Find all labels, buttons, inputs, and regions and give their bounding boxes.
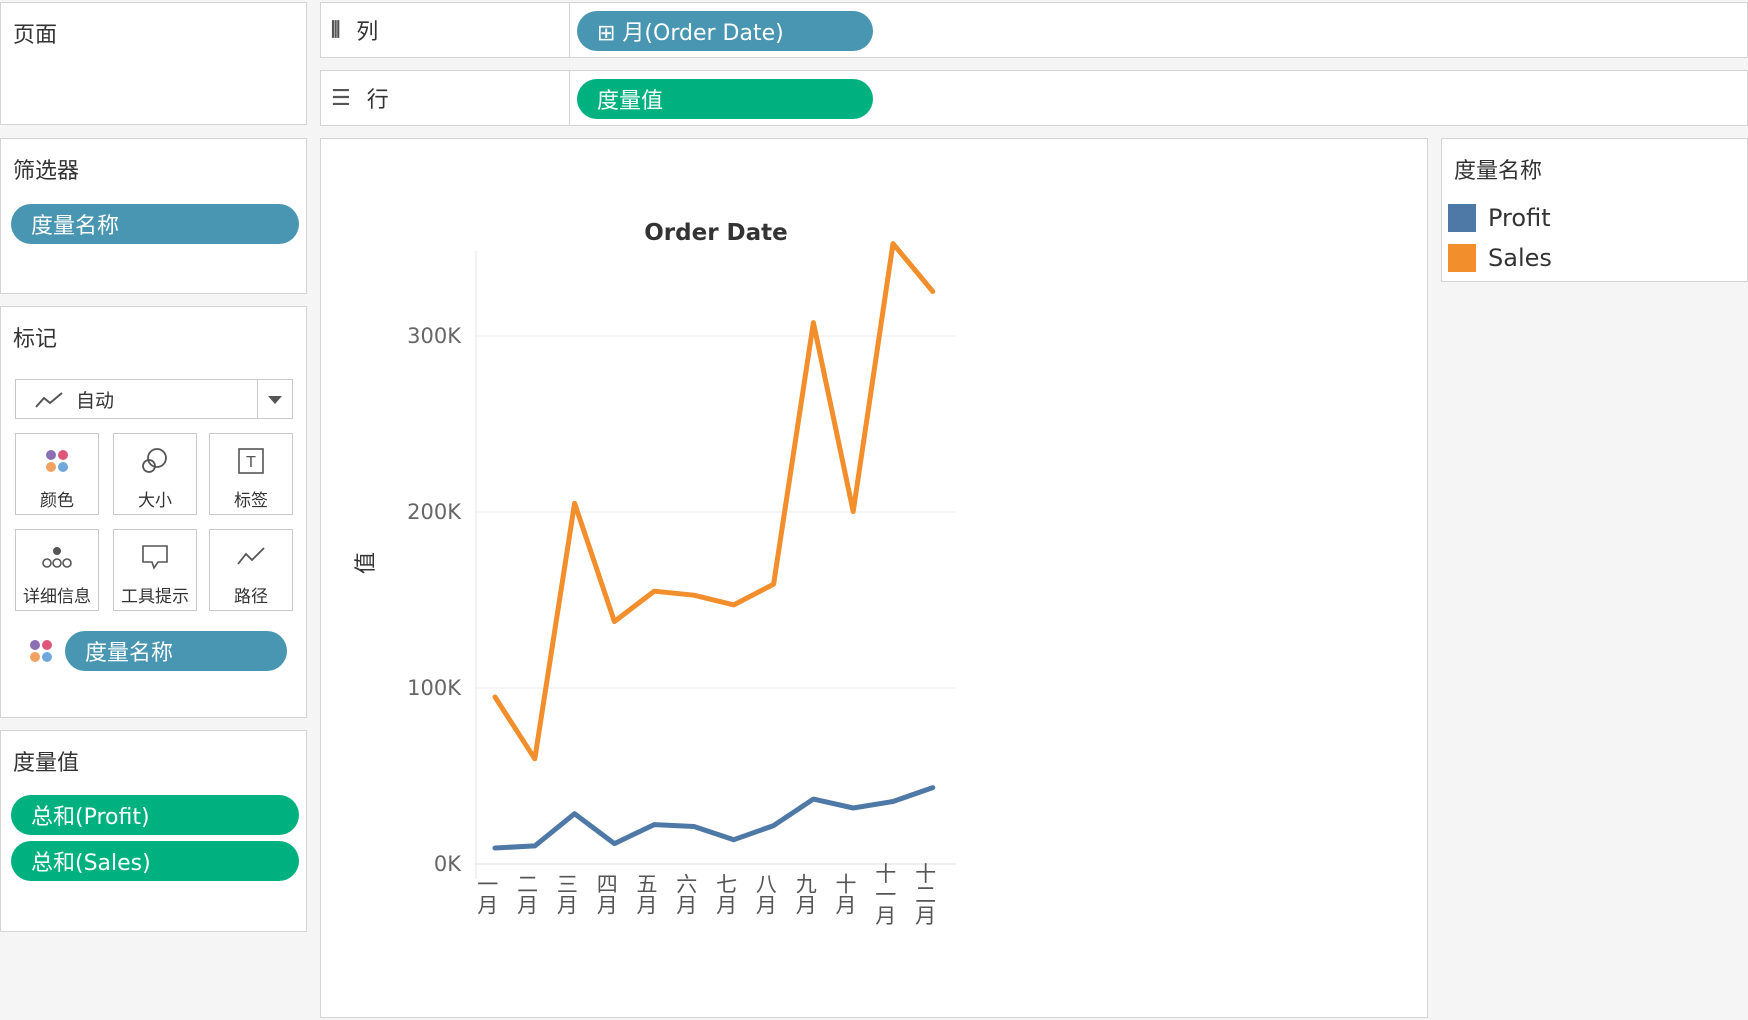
measure-values-panel-title: 度量值 [13, 751, 80, 776]
size-label: 大小 [138, 491, 172, 511]
filters-panel-title: 筛选器 [13, 159, 80, 184]
size-icon [114, 446, 196, 476]
marks-panel[interactable]: 标记 自动 颜色 大小 T 标签 详细信息 工具提示 路径 度量名称 [0, 306, 307, 718]
color-encoding-icon [27, 637, 55, 669]
columns-shelf-text: 列 [356, 20, 379, 45]
x-tick-label: 八月 [753, 873, 777, 915]
shelf-divider [569, 71, 570, 125]
pages-panel[interactable]: 页面 [0, 2, 307, 125]
columns-icon: ⫴ [331, 17, 341, 43]
x-tick-label: 一月 [475, 873, 499, 915]
color-dots-icon [16, 446, 98, 476]
tooltip-button[interactable]: 工具提示 [113, 529, 197, 611]
svg-text:T: T [245, 453, 256, 471]
x-tick-label: 十二月 [913, 863, 937, 926]
chart-view[interactable]: Order Date 值 0K 100K 200K 300K 一月 二月 三月 四月 五月 六月… [320, 138, 1428, 1018]
sum-profit-pill[interactable]: 总和(Profit) [11, 795, 299, 835]
x-tick-label: 五月 [634, 873, 658, 915]
rows-icon: ☰ [331, 85, 351, 111]
filters-panel[interactable]: 筛选器 度量名称 [0, 138, 307, 294]
measure-names-color-pill[interactable]: 度量名称 [65, 631, 287, 671]
x-tick-label: 三月 [554, 873, 578, 915]
y-axis-label: 值 [354, 552, 379, 574]
profit-swatch [1448, 204, 1476, 232]
text-label-icon: T [210, 446, 292, 476]
marks-panel-title: 标记 [13, 327, 58, 352]
tooltip-icon [114, 542, 196, 572]
legend-item-profit[interactable]: Profit [1448, 201, 1551, 235]
line-chart[interactable]: Order Date 值 0K 100K 200K 300K 一月 二月 三月 四月 五月 六月… [321, 139, 1427, 1017]
series-line-profit[interactable] [492, 785, 936, 851]
color-label: 颜色 [40, 491, 74, 511]
legend-label: Sales [1488, 244, 1552, 272]
line-mark-icon [34, 390, 64, 414]
legend-title: 度量名称 [1454, 159, 1543, 184]
pages-panel-title: 页面 [13, 23, 58, 48]
path-icon [210, 542, 292, 572]
mark-type-dropdown[interactable]: 自动 [15, 379, 293, 419]
y-tick-label: 200K [407, 500, 462, 524]
sum-sales-pill[interactable]: 总和(Sales) [11, 841, 299, 881]
shelf-divider [569, 3, 570, 57]
x-tick-label: 四月 [594, 873, 618, 915]
x-tick-label: 六月 [674, 873, 698, 915]
x-tick-label: 九月 [793, 873, 817, 915]
columns-shelf[interactable]: ⫴ 列 ⊞ 月(Order Date) [320, 2, 1748, 58]
label-button[interactable]: T 标签 [209, 433, 293, 515]
color-button[interactable]: 颜色 [15, 433, 99, 515]
legend-label: Profit [1488, 204, 1551, 232]
tooltip-label: 工具提示 [121, 587, 189, 607]
x-tick-label: 十月 [833, 873, 857, 915]
x-tick-label: 七月 [714, 873, 738, 915]
detail-label: 详细信息 [23, 587, 91, 607]
chevron-down-icon[interactable] [268, 396, 282, 404]
dropdown-divider [257, 380, 258, 418]
y-tick-label: 100K [407, 676, 462, 700]
legend-item-sales[interactable]: Sales [1448, 241, 1552, 275]
measure-values-panel[interactable]: 度量值 总和(Profit) 总和(Sales) [0, 730, 307, 932]
y-tick-label: 300K [407, 324, 462, 348]
path-label: 路径 [234, 587, 268, 607]
sales-swatch [1448, 244, 1476, 272]
y-tick-label: 0K [434, 852, 462, 876]
rows-shelf-text: 行 [366, 88, 389, 113]
rows-shelf[interactable]: ☰ 行 度量值 [320, 70, 1748, 126]
x-tick-label: 十一月 [873, 863, 897, 926]
mark-type-label: 自动 [76, 389, 115, 412]
detail-dots-icon [16, 542, 98, 572]
x-tick-label: 二月 [515, 873, 539, 915]
detail-button[interactable]: 详细信息 [15, 529, 99, 611]
series-line-sales[interactable] [492, 241, 936, 762]
rows-shelf-label: ☰ 行 [331, 71, 389, 125]
chart-title: Order Date [644, 220, 788, 246]
label-label: 标签 [234, 491, 268, 511]
path-button[interactable]: 路径 [209, 529, 293, 611]
size-button[interactable]: 大小 [113, 433, 197, 515]
legend-panel[interactable]: 度量名称 Profit Sales [1441, 138, 1748, 282]
columns-shelf-label: ⫴ 列 [331, 3, 378, 57]
measure-values-pill[interactable]: 度量值 [577, 79, 873, 119]
measure-names-filter-pill[interactable]: 度量名称 [11, 204, 299, 244]
month-order-date-pill[interactable]: ⊞ 月(Order Date) [577, 11, 873, 51]
